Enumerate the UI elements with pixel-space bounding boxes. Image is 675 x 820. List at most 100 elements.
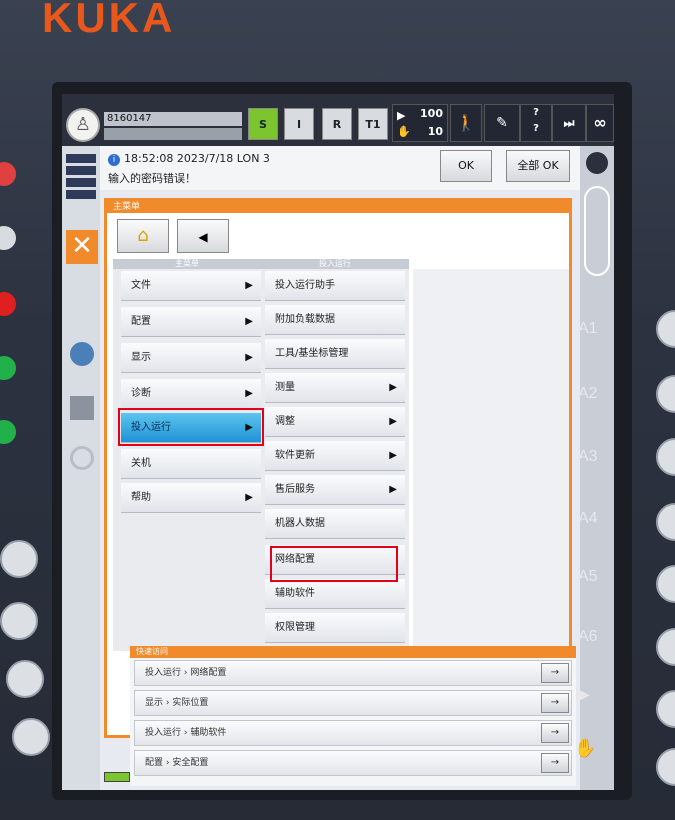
- quick-access-panel: 投入运行 › 网络配置 → 显示 › 实际位置 → 投入运行 › 辅助软件 → 配置 …: [130, 658, 576, 786]
- program-run-mode-button[interactable]: 🚶: [450, 104, 482, 142]
- main-menu-column: 文件 ▶ 配置 ▶ 显示 ▶ 诊断 ▶ 投入运行 ▶ 关机 帮助 ▶: [113, 269, 261, 651]
- robot-name[interactable]: 8160147: [104, 112, 242, 126]
- drives-button[interactable]: I: [284, 108, 314, 140]
- quick-access-row[interactable]: 显示 › 实际位置 →: [134, 690, 572, 716]
- globe-icon[interactable]: [586, 152, 608, 174]
- cycle-icon[interactable]: [70, 446, 94, 470]
- go-arrow-icon[interactable]: →: [541, 663, 569, 683]
- left-key-3[interactable]: [6, 660, 44, 698]
- submenu-item-service[interactable]: 售后服务 ▶: [265, 475, 405, 505]
- hand-icon: ✋: [574, 738, 597, 759]
- jog-key-a1[interactable]: [656, 310, 675, 348]
- jog-key-a5[interactable]: [656, 565, 675, 603]
- chevron-right-icon: ▶: [245, 280, 253, 291]
- menu-item-diagnosis[interactable]: 诊断 ▶: [121, 379, 261, 409]
- go-arrow-icon[interactable]: →: [541, 693, 569, 713]
- stop-button[interactable]: [0, 292, 16, 316]
- walking-icon: 🚶: [456, 113, 476, 132]
- quick-access-row[interactable]: 配置 › 安全配置 →: [134, 750, 572, 776]
- quick-access-row[interactable]: 投入运行 › 辅助软件 →: [134, 720, 572, 746]
- go-arrow-icon[interactable]: →: [541, 753, 569, 773]
- left-key-2[interactable]: [0, 602, 38, 640]
- quick-access-row[interactable]: 投入运行 › 网络配置 →: [134, 660, 572, 686]
- submenu-item-auxiliary-software[interactable]: 辅助软件: [265, 579, 405, 609]
- go-arrow-icon[interactable]: →: [541, 723, 569, 743]
- submenu-item-measure[interactable]: 测量 ▶: [265, 373, 405, 403]
- back-button[interactable]: ◀: [177, 219, 229, 253]
- start-up-column: 投入运行助手 附加负载数据 工具/基坐标管理 测量 ▶ 调整 ▶ 软件更新 ▶ 售后服…: [261, 269, 409, 651]
- kuka-logo: KUKA: [42, 0, 176, 41]
- menu-item-configuration[interactable]: 配置 ▶: [121, 307, 261, 337]
- close-button[interactable]: ✕: [66, 230, 98, 264]
- jog-key-7[interactable]: [656, 690, 675, 728]
- mode-key[interactable]: [0, 162, 16, 186]
- jog-key-a6[interactable]: [656, 628, 675, 666]
- tool-base-number-button[interactable]: ??: [520, 104, 552, 142]
- menu-item-help[interactable]: 帮助 ▶: [121, 483, 261, 513]
- main-menu-button[interactable]: ♙: [66, 108, 100, 142]
- jog-key-a3[interactable]: [656, 438, 675, 476]
- highlight-start-up: [118, 408, 264, 446]
- empty-column: [413, 269, 569, 651]
- home-button[interactable]: ⌂: [117, 219, 169, 253]
- submit-interpreter-button[interactable]: S: [248, 108, 278, 140]
- chevron-right-icon: ▶: [245, 316, 253, 327]
- start-backward-button[interactable]: [0, 356, 16, 380]
- jog-key-8[interactable]: [656, 748, 675, 786]
- axis-label-a4: A4: [578, 510, 598, 527]
- tool-icon: ✎: [496, 115, 508, 131]
- status-indicator: [66, 190, 96, 199]
- override-button[interactable]: ▶ 100 ✋ 10: [392, 104, 448, 142]
- submenu-item-adjust[interactable]: 调整 ▶: [265, 407, 405, 437]
- submenu-item-robot-data[interactable]: 机器人数据: [265, 509, 405, 539]
- axis-label-a5: A5: [578, 568, 598, 585]
- message-timestamp: i 18:52:08 2023/7/18 LON 3: [108, 152, 270, 166]
- chevron-right-icon: ▶: [245, 352, 253, 363]
- highlight-network-config: [270, 546, 398, 582]
- play-icon: ▶: [576, 684, 590, 705]
- axis-label-a6: A6: [578, 628, 598, 645]
- menu-item-file[interactable]: 文件 ▶: [121, 271, 261, 301]
- tool-base-button[interactable]: ✎: [484, 104, 520, 142]
- home-icon: ⌂: [137, 225, 149, 246]
- ok-button[interactable]: OK: [440, 150, 492, 182]
- play-icon: ▶: [397, 109, 406, 122]
- start-button[interactable]: [0, 420, 16, 444]
- left-key-4[interactable]: [12, 718, 50, 756]
- status-indicator: [66, 178, 96, 187]
- jog-key-a4[interactable]: [656, 503, 675, 541]
- submenu-item-start-up-wizard[interactable]: 投入运行助手: [265, 271, 405, 301]
- chevron-right-icon: ▶: [389, 416, 397, 427]
- chevron-right-icon: ▶: [389, 450, 397, 461]
- incremental-jog-button[interactable]: ⏭: [552, 104, 586, 142]
- submenu-item-rights-management[interactable]: 权限管理: [265, 613, 405, 643]
- main-menu-title: 主菜单: [107, 201, 569, 213]
- submenu-item-tool-base-management[interactable]: 工具/基坐标管理: [265, 339, 405, 369]
- jog-key-a2[interactable]: [656, 375, 675, 413]
- teach-pendant: KUKA ♙ 8160147 S I R T1 ▶ 100 ✋ 10 🚶 ✎ ?…: [0, 0, 675, 820]
- chevron-right-icon: ▶: [245, 492, 253, 503]
- jog-override-value: 10: [427, 125, 443, 138]
- axis-label-a2: A2: [578, 385, 598, 402]
- robot-interpreter-button[interactable]: R: [322, 108, 352, 140]
- all-ok-button[interactable]: 全部 OK: [506, 150, 570, 182]
- left-key-1[interactable]: [0, 540, 38, 578]
- operating-mode-button[interactable]: T1: [358, 108, 388, 140]
- chevron-right-icon: ▶: [245, 388, 253, 399]
- jog-icon: ✋: [397, 125, 411, 138]
- increment-setting-button[interactable]: ∞: [586, 104, 614, 142]
- status-led: [104, 772, 130, 782]
- settings-icon[interactable]: [70, 342, 94, 366]
- menu-item-display[interactable]: 显示 ▶: [121, 343, 261, 373]
- submenu-item-supplementary-load-data[interactable]: 附加负载数据: [265, 305, 405, 335]
- chevron-right-icon: ▶: [389, 484, 397, 495]
- drives-on-button[interactable]: [0, 226, 16, 250]
- status-indicator: [66, 154, 96, 163]
- hmi-screen: ♙ 8160147 S I R T1 ▶ 100 ✋ 10 🚶 ✎ ?? ⏭ ∞: [62, 94, 614, 790]
- jog-overlay-icon[interactable]: [584, 186, 610, 276]
- menu-item-shutdown[interactable]: 关机: [121, 449, 261, 479]
- submenu-item-software-update[interactable]: 软件更新 ▶: [265, 441, 405, 471]
- column-header-start-up: 投入运行: [261, 259, 409, 269]
- axis-label-a3: A3: [578, 448, 598, 465]
- grid-icon[interactable]: [70, 396, 94, 420]
